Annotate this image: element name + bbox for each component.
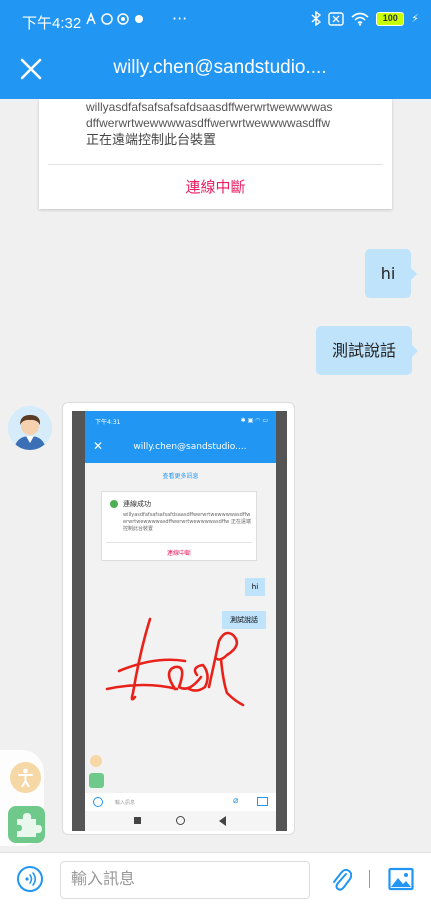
app-bar: willy.chen@sandstudio....: [0, 38, 431, 99]
screenshot-app-bar: ✕ willy.chen@sandstudio....: [85, 431, 276, 463]
screenshot-nav-bar: [85, 811, 276, 831]
puzzle-icon[interactable]: [8, 806, 45, 843]
message-bubble[interactable]: 測試說話: [316, 326, 418, 375]
screenshot-card-divider: [106, 542, 252, 543]
screenshot-success-icon: [110, 500, 118, 508]
screenshot-title: willy.chen@sandstudio....: [133, 442, 247, 452]
accessibility-figure: [18, 768, 33, 787]
connection-message-line2: dffwerwrtwewwwwasdffwerwrtwewwwwasdffw: [86, 116, 331, 130]
screenshot-status-bar: 下午4:31 ✱ ▣ ◠ ▭: [85, 411, 276, 431]
disconnect-button[interactable]: 連線中斷: [39, 176, 392, 197]
attachment-icon[interactable]: [330, 867, 352, 893]
screenshot-image-icon: [257, 797, 268, 806]
notification-icons: [85, 11, 155, 30]
screenshot-attach-icon: ⌀: [233, 796, 239, 806]
bluetooth-icon: [311, 11, 322, 26]
screenshot-frame-right: [276, 411, 287, 831]
screenshot-close-icon: ✕: [93, 439, 104, 453]
screenshot-input-bar: 輸入訊息 ⌀: [85, 793, 276, 811]
remote-control-status: 正在遠端控制此台裝置: [86, 132, 217, 147]
image-picker-icon[interactable]: [388, 867, 414, 891]
voice-wave-icon: [25, 872, 37, 886]
close-icon[interactable]: [18, 56, 44, 82]
screenshot-puzzle-icon: [89, 773, 104, 788]
screenshot-a11y-icon: [90, 755, 102, 767]
screenshot-status-time: 下午4:31: [95, 419, 121, 426]
status-right-icons: 100 ⚡: [311, 11, 419, 26]
battery-icon: 100: [376, 11, 405, 26]
accessibility-icon[interactable]: [10, 762, 41, 793]
screenshot-disconnect: 連線中斷: [166, 550, 191, 557]
handwriting-scribble: [105, 617, 245, 707]
screenshot-input-placeholder: 輸入訊息: [115, 800, 136, 806]
avatar-illustration: [8, 406, 52, 450]
connection-message-line1: willyasdfafsafsafsafdsaasdffwerwrtwewwww…: [86, 100, 333, 114]
screenshot-bubble: hi: [245, 578, 265, 596]
screenshot-status-icons: ✱ ▣ ◠ ▭: [240, 417, 268, 424]
puzzle-shape: [17, 813, 42, 837]
screenshot-load-more: 查看更多訊息: [162, 473, 199, 480]
status-time: 下午4:32: [22, 15, 82, 32]
screenshot-voice-icon: [93, 797, 103, 807]
more-notifications: ···: [172, 9, 188, 28]
screenshot-home-icon: [176, 816, 185, 825]
message-bubble[interactable]: hi: [365, 249, 417, 298]
notification-icons-glyphs: [86, 11, 143, 25]
input-separator: [369, 870, 370, 888]
screenshot-connected-text: 連線成功: [123, 500, 151, 508]
message-input-bar: [0, 852, 431, 914]
status-bar: 下午4:32 ··· 100 ⚡: [0, 0, 431, 38]
screenshot-recents-icon: [134, 817, 141, 824]
screenshot-card-text: willyasdfafsafsafsafdsaasdffwerwrtwewwww…: [123, 512, 251, 532]
charging-icon: ⚡: [411, 12, 419, 25]
connection-message: willyasdfafsafsafsafdsaasdffwerwrtwewwww…: [86, 99, 416, 148]
message-input[interactable]: [60, 861, 310, 899]
image-message[interactable]: 下午4:31 ✱ ▣ ◠ ▭ ✕ willy.chen@sandstudio..…: [62, 402, 295, 835]
screenshot-connection-card: 連線成功 willyasdfafsafsafsafdsaasdffwerwrtw…: [101, 491, 257, 561]
remote-screenshot: 下午4:31 ✱ ▣ ◠ ▭ ✕ willy.chen@sandstudio..…: [72, 411, 287, 831]
voice-input-button[interactable]: [17, 866, 43, 892]
no-sim-icon: [328, 11, 344, 26]
page-title: willy.chen@sandstudio....: [113, 57, 327, 78]
avatar[interactable]: [8, 406, 52, 450]
card-divider: [48, 164, 383, 165]
wifi-icon: [351, 12, 369, 26]
screenshot-frame-left: [72, 411, 85, 831]
screenshot-back-icon: [219, 816, 226, 826]
